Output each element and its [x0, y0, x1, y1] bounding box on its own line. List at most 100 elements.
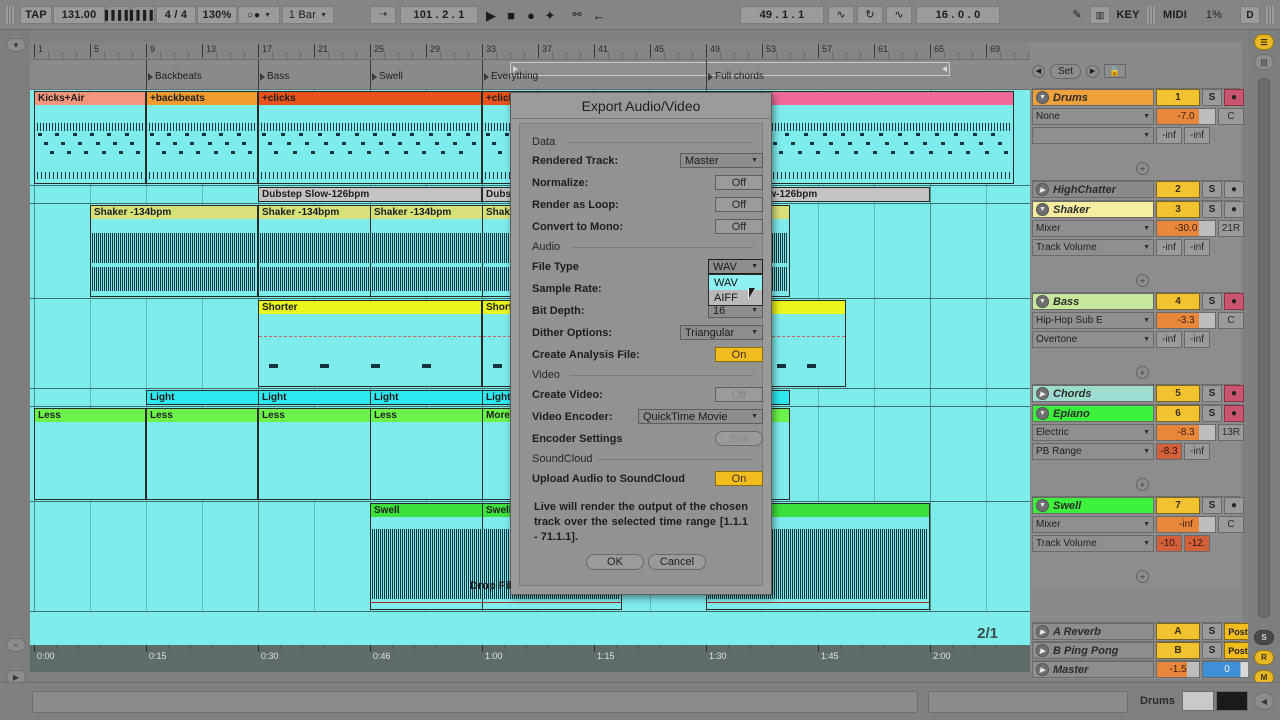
file-type-menu[interactable]: WAV ▼	[708, 259, 763, 274]
arrangement-clip[interactable]: Kicks+Air	[34, 91, 146, 184]
encoder-settings-edit-button[interactable]: Edit	[715, 431, 763, 446]
return-letter[interactable]: B	[1156, 642, 1200, 659]
follow-button[interactable]: ⇢	[370, 6, 396, 24]
solo-button[interactable]: S	[1202, 385, 1222, 402]
track-pan-value[interactable]: 13R	[1218, 424, 1244, 441]
upload-soundcloud-toggle[interactable]: On	[715, 471, 763, 486]
parameter-chooser[interactable]: ▼	[1032, 127, 1154, 144]
master-track-name[interactable]: Master	[1053, 664, 1088, 676]
arm-record-icon[interactable]: ●	[1224, 201, 1244, 218]
clip-slot-number[interactable]: 7	[1156, 497, 1200, 514]
return-letter[interactable]: A	[1156, 623, 1200, 640]
arrangement-clip[interactable]: +clicks	[258, 91, 482, 184]
parameter-chooser[interactable]: Track Volume▼	[1032, 239, 1154, 256]
master-volume-value[interactable]: -1.5	[1156, 661, 1200, 678]
tempo-nudge-down-icon[interactable]: ▌▌▌▌	[106, 6, 130, 24]
track-fold-button[interactable]: ▶	[1036, 625, 1049, 638]
groove-amount-field[interactable]: 130%	[197, 6, 237, 24]
locator-marker[interactable]: Backbeats	[148, 71, 202, 82]
send-amount[interactable]: -inf	[1184, 443, 1210, 460]
clip-slot-number[interactable]: 4	[1156, 293, 1200, 310]
clip-name[interactable]: Shaker -134bpm	[91, 206, 257, 219]
arrangement-clip[interactable]: Less	[146, 408, 258, 500]
add-envelope-button[interactable]: +	[1136, 478, 1149, 491]
metronome-button[interactable]: ○● ▼	[238, 6, 280, 24]
track-volume-value[interactable]: -8.3	[1156, 424, 1216, 441]
track-name[interactable]: HighChatter	[1053, 184, 1116, 196]
track-header[interactable]: ▼ Shaker	[1032, 201, 1154, 218]
track-fold-button[interactable]: ▶	[1036, 644, 1049, 657]
next-locator-button[interactable]: ▶	[1086, 65, 1099, 78]
clip-name[interactable]: Shorter	[259, 301, 481, 314]
arrangement-clip[interactable]: Less	[34, 408, 146, 500]
lock-envelopes-icon[interactable]: 🔒	[1104, 64, 1126, 78]
send-amount[interactable]: -inf	[1156, 331, 1182, 348]
device-chooser[interactable]: Mixer▼	[1032, 516, 1154, 533]
track-fold-button[interactable]: ▶	[1036, 387, 1049, 400]
clip-slot-number[interactable]: 5	[1156, 385, 1200, 402]
master-track-row[interactable]: ▶Master-1.50	[1032, 660, 1240, 679]
seconds-time-ruler[interactable]: 2/1 0:000:150:300:461:001:151:301:452:00	[30, 645, 1030, 672]
track-header[interactable]: ▼ Epiano	[1032, 405, 1154, 422]
track-fold-button[interactable]: ▼	[1036, 203, 1049, 216]
key-map-icon[interactable]	[1182, 691, 1214, 711]
show-info-button[interactable]: ◀	[1254, 692, 1274, 710]
track-pan-value[interactable]: 21R	[1218, 220, 1244, 237]
track-header[interactable]: ▼Drums	[1032, 89, 1154, 106]
track-header[interactable]: ▼Bass	[1032, 293, 1154, 310]
arrangement-clip[interactable]: Shorter	[258, 300, 482, 387]
clip-slot-number[interactable]: 6	[1156, 405, 1200, 422]
mixer-track-row[interactable]: ▼Drums1S●None▼-7.0C▼-inf-inf+	[1032, 88, 1240, 180]
arm-record-icon[interactable]: ●	[1224, 405, 1244, 422]
automation-arm-button[interactable]: ⚯	[568, 6, 586, 24]
locator-lane[interactable]: BackbeatsBassSwellEverythingFull chords	[30, 60, 1030, 90]
track-fold-button[interactable]: ▶	[1036, 183, 1049, 196]
locator-marker[interactable]: Bass	[260, 71, 289, 82]
loop-start-field[interactable]: 49 . 1 . 1	[740, 6, 824, 24]
clip-overview-icon[interactable]	[1216, 691, 1248, 711]
crossfader-value[interactable]: 0	[1202, 661, 1252, 678]
mixer-track-row[interactable]: ▼Bass4S●Hip-Hop Sub E▼-3.3COvertone▼-inf…	[1032, 292, 1240, 384]
track-header[interactable]: ▶ HighChatter	[1032, 181, 1154, 198]
add-envelope-button[interactable]: +	[1136, 570, 1149, 583]
tempo-nudge-up-icon[interactable]: ▌▌▌▌	[131, 6, 155, 24]
track-name[interactable]: Epiano	[1053, 408, 1090, 420]
parameter-chooser[interactable]: Overtone▼	[1032, 331, 1154, 348]
send-amount[interactable]: -8.3	[1156, 443, 1182, 460]
track-fold-button[interactable]: ▶	[1036, 663, 1049, 676]
solo-button[interactable]: S	[1202, 293, 1222, 310]
normalize-toggle[interactable]: Off	[715, 175, 763, 190]
solo-button[interactable]: S	[1202, 181, 1222, 198]
clip-name[interactable]: +clicks	[259, 92, 481, 105]
track-volume-value[interactable]: -7.0	[1156, 108, 1216, 125]
loop-switch-button[interactable]: ↻	[857, 6, 883, 24]
play-button[interactable]: ▶	[482, 6, 500, 24]
clip-name[interactable]: Kicks+Air	[35, 92, 145, 105]
send-amount[interactable]: -inf	[1156, 239, 1182, 256]
solo-button[interactable]: S	[1202, 623, 1222, 640]
return-track-header[interactable]: ▶ B Ping Pong	[1032, 642, 1154, 659]
arrangement-clip[interactable]: Dubstep Slow-126bpm	[258, 187, 482, 202]
clip-name[interactable]: Dubstep Slow-126bpm	[259, 188, 481, 201]
create-analysis-file-toggle[interactable]: On	[715, 347, 763, 362]
vertical-scrollbar[interactable]	[1258, 78, 1270, 618]
clip-slot-number[interactable]: 3	[1156, 201, 1200, 218]
track-fold-button[interactable]: ▼	[1036, 407, 1049, 420]
create-video-toggle[interactable]: Off	[715, 387, 763, 402]
device-chooser[interactable]: Mixer▼	[1032, 220, 1154, 237]
track-name[interactable]: Chords	[1053, 388, 1092, 400]
beat-time-ruler[interactable]: 159131721252933374145495357616569	[30, 42, 1030, 60]
return-track-name[interactable]: B Ping Pong	[1053, 645, 1118, 657]
device-chooser[interactable]: None▼	[1032, 108, 1154, 125]
track-name[interactable]: Shaker	[1053, 204, 1090, 216]
track-header[interactable]: ▶ Chords	[1032, 385, 1154, 402]
solo-button[interactable]: S	[1202, 642, 1222, 659]
capture-midi-button[interactable]: ✦	[541, 6, 559, 24]
time-signature-field[interactable]: 4 / 4	[156, 6, 196, 24]
arrangement-position-field[interactable]: 101 . 2 . 1	[400, 6, 478, 24]
draw-mode-button[interactable]: ✎	[1068, 6, 1086, 24]
track-name[interactable]: Drums	[1053, 92, 1088, 104]
send-amount[interactable]: -inf	[1184, 127, 1210, 144]
record-button[interactable]: ●	[522, 6, 540, 24]
locator-marker[interactable]: Everything	[484, 71, 538, 82]
